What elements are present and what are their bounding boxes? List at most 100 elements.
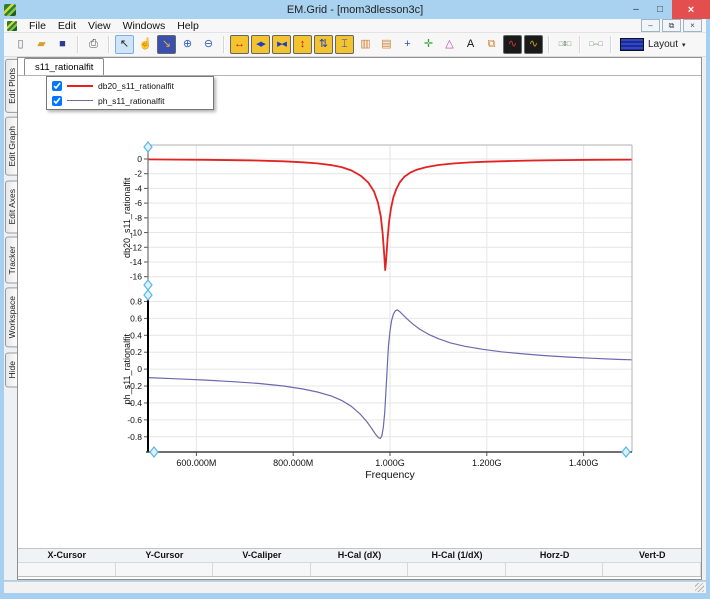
red-wave-icon: ∿ (507, 38, 518, 50)
status-bar (4, 581, 706, 593)
readout-cell (116, 563, 214, 576)
minimize-button[interactable]: – (624, 0, 648, 19)
yellow-wave-icon: ∿ (528, 38, 539, 50)
pan-tool-button[interactable]: ☝ (136, 35, 155, 54)
axes-cross-icon: ✛ (423, 38, 434, 50)
zoom-out-button[interactable]: ⊖ (199, 35, 218, 54)
h-out-arrows-icon: ◀▶ (256, 41, 266, 48)
readout-cell (506, 563, 604, 576)
chevron-down-icon: ▾ (682, 41, 686, 49)
toolbar-separator (579, 36, 581, 53)
floppy-icon: ■ (59, 38, 66, 50)
toolbar-separator (610, 36, 612, 53)
document-logo-icon[interactable] (7, 20, 17, 31)
print-button[interactable]: ⎙ (84, 35, 103, 54)
readout-header-vert-d: Vert-D (638, 550, 666, 560)
child-restore-button[interactable]: ⧉ (662, 19, 681, 32)
menu-bar: File Edit View Windows Help – ⧉ × (4, 19, 706, 33)
menu-help[interactable]: Help (171, 20, 205, 32)
plot-tab-bar: s11_rationalfit (18, 58, 701, 76)
text-annotation-button[interactable]: A (461, 35, 480, 54)
clipboard-chart-icon: ⧉ (487, 38, 496, 50)
legend-label: db20_s11_rationalfit (98, 80, 174, 91)
new-file-icon: ▯ (17, 38, 24, 50)
child-close-button[interactable]: × (683, 19, 702, 32)
zoom-out-y-button[interactable]: ⌶ (335, 35, 354, 54)
readout-cell (311, 563, 409, 576)
zoom-in-x-button[interactable]: ◀▶ (251, 35, 270, 54)
open-folder-icon: ▰ (37, 38, 46, 50)
hand-icon: ☝ (138, 38, 153, 50)
layout-swatch-icon (620, 38, 644, 51)
menu-file[interactable]: File (23, 20, 52, 32)
open-file-button[interactable]: ▰ (32, 35, 51, 54)
h-in-arrows-icon: ▶◀ (277, 41, 287, 48)
close-button[interactable]: × (672, 0, 710, 19)
menu-view[interactable]: View (82, 20, 117, 32)
menu-edit[interactable]: Edit (52, 20, 82, 32)
select-tool-button[interactable]: ↖ (115, 35, 134, 54)
add-cursor-button[interactable]: + (398, 35, 417, 54)
v-compress-icon: ⌶ (341, 38, 348, 50)
tab-s11-rationalfit[interactable]: s11_rationalfit (24, 58, 105, 75)
tracker-axes-button[interactable]: ✛ (419, 35, 438, 54)
zoom-out-x-button[interactable]: ▶◀ (272, 35, 291, 54)
v-out-arrows-icon: ⇅ (318, 38, 329, 50)
readout-headers: X-Cursor Y-Cursor V-Caliper H-Cal (dX) H-Cal… (18, 549, 701, 562)
layout-label: Layout (648, 39, 679, 50)
new-file-button[interactable]: ▯ (11, 35, 30, 54)
readout-header-h-cal-1-dx-: H-Cal (1/dX) (431, 550, 483, 560)
legend-checkbox-db20_s11_rationalfit[interactable] (52, 80, 62, 91)
cursor-readout-table: X-Cursor Y-Cursor V-Caliper H-Cal (dX) H-Cal… (18, 548, 701, 577)
readout-cell (18, 563, 116, 576)
split-horizontal-button[interactable]: ▤ (377, 35, 396, 54)
toolbar-separator (108, 36, 110, 53)
menu-items: File Edit View Windows Help (23, 20, 205, 32)
legend-checkbox-ph_s11_rationalfit[interactable] (52, 95, 62, 106)
zoom-in-y-button[interactable]: ⇅ (314, 35, 333, 54)
expand-y-button[interactable]: ↕ (293, 35, 312, 54)
fit-vertical-toggle[interactable]: □⇕□ (555, 35, 574, 54)
h-fit-checkboxes-icon: □⇔□ (589, 41, 603, 48)
dark-style-red-button[interactable]: ∿ (503, 35, 522, 54)
toolbar: ▯ ▰ ■ ⎙ ↖ ☝ ↘ ⊕ ⊖ ↔ ◀▶ ▶◀ ↕ ⇅ ⌶ ▥ ▤ + ✛ △ A ⧉ ∿ ∿ □⇕□ □⇔□ Layout ▾ (4, 33, 706, 57)
caliper-button[interactable]: △ (440, 35, 459, 54)
plot-document-window (17, 57, 702, 580)
magnifier-plus-icon: ⊕ (182, 38, 193, 50)
window-title: EM.Grid - [mom3dlesson3c] (286, 3, 424, 16)
maximize-button[interactable]: □ (648, 0, 672, 19)
zoom-region-icon: ↘ (161, 38, 172, 50)
resize-grip-icon[interactable] (695, 583, 704, 592)
legend-line-sample (67, 84, 93, 87)
toolbar-separator (223, 36, 225, 53)
menu-windows[interactable]: Windows (117, 20, 172, 32)
printer-icon: ⎙ (89, 38, 98, 50)
readout-header-x-cursor: X-Cursor (47, 550, 87, 560)
readout-header-h-cal-dx-: H-Cal (dX) (337, 550, 382, 560)
zoom-window-button[interactable]: ↘ (157, 35, 176, 54)
h-expand-red-icon: ↔ (234, 38, 245, 50)
copy-plot-button[interactable]: ⧉ (482, 35, 501, 54)
toolbar-separator (548, 36, 550, 53)
expand-x-button[interactable]: ↔ (230, 35, 249, 54)
fit-horizontal-toggle[interactable]: □⇔□ (586, 35, 605, 54)
v-fit-checkboxes-icon: □⇕□ (558, 41, 571, 48)
letter-a-icon: A (466, 38, 475, 50)
dark-style-yellow-button[interactable]: ∿ (524, 35, 543, 54)
v-expand-red-icon: ↕ (299, 38, 306, 50)
readout-header-horz-d: Horz-D (539, 550, 570, 560)
split-vertical-button[interactable]: ▥ (356, 35, 375, 54)
legend-row: db20_s11_rationalfit (47, 78, 213, 93)
legend-line-sample (67, 100, 93, 101)
triangle-icon: △ (445, 38, 454, 50)
readout-cell (408, 563, 506, 576)
readout-header-v-caliper: V-Caliper (242, 550, 282, 560)
layout-dropdown[interactable]: Layout ▾ (620, 38, 686, 51)
readout-values (18, 562, 701, 577)
plus-icon: + (404, 38, 411, 50)
child-minimize-button[interactable]: – (641, 19, 660, 32)
zoom-in-button[interactable]: ⊕ (178, 35, 197, 54)
save-button[interactable]: ■ (53, 35, 72, 54)
legend-row: ph_s11_rationalfit (47, 93, 213, 108)
horizontal-panel-icon: ▤ (381, 38, 392, 50)
